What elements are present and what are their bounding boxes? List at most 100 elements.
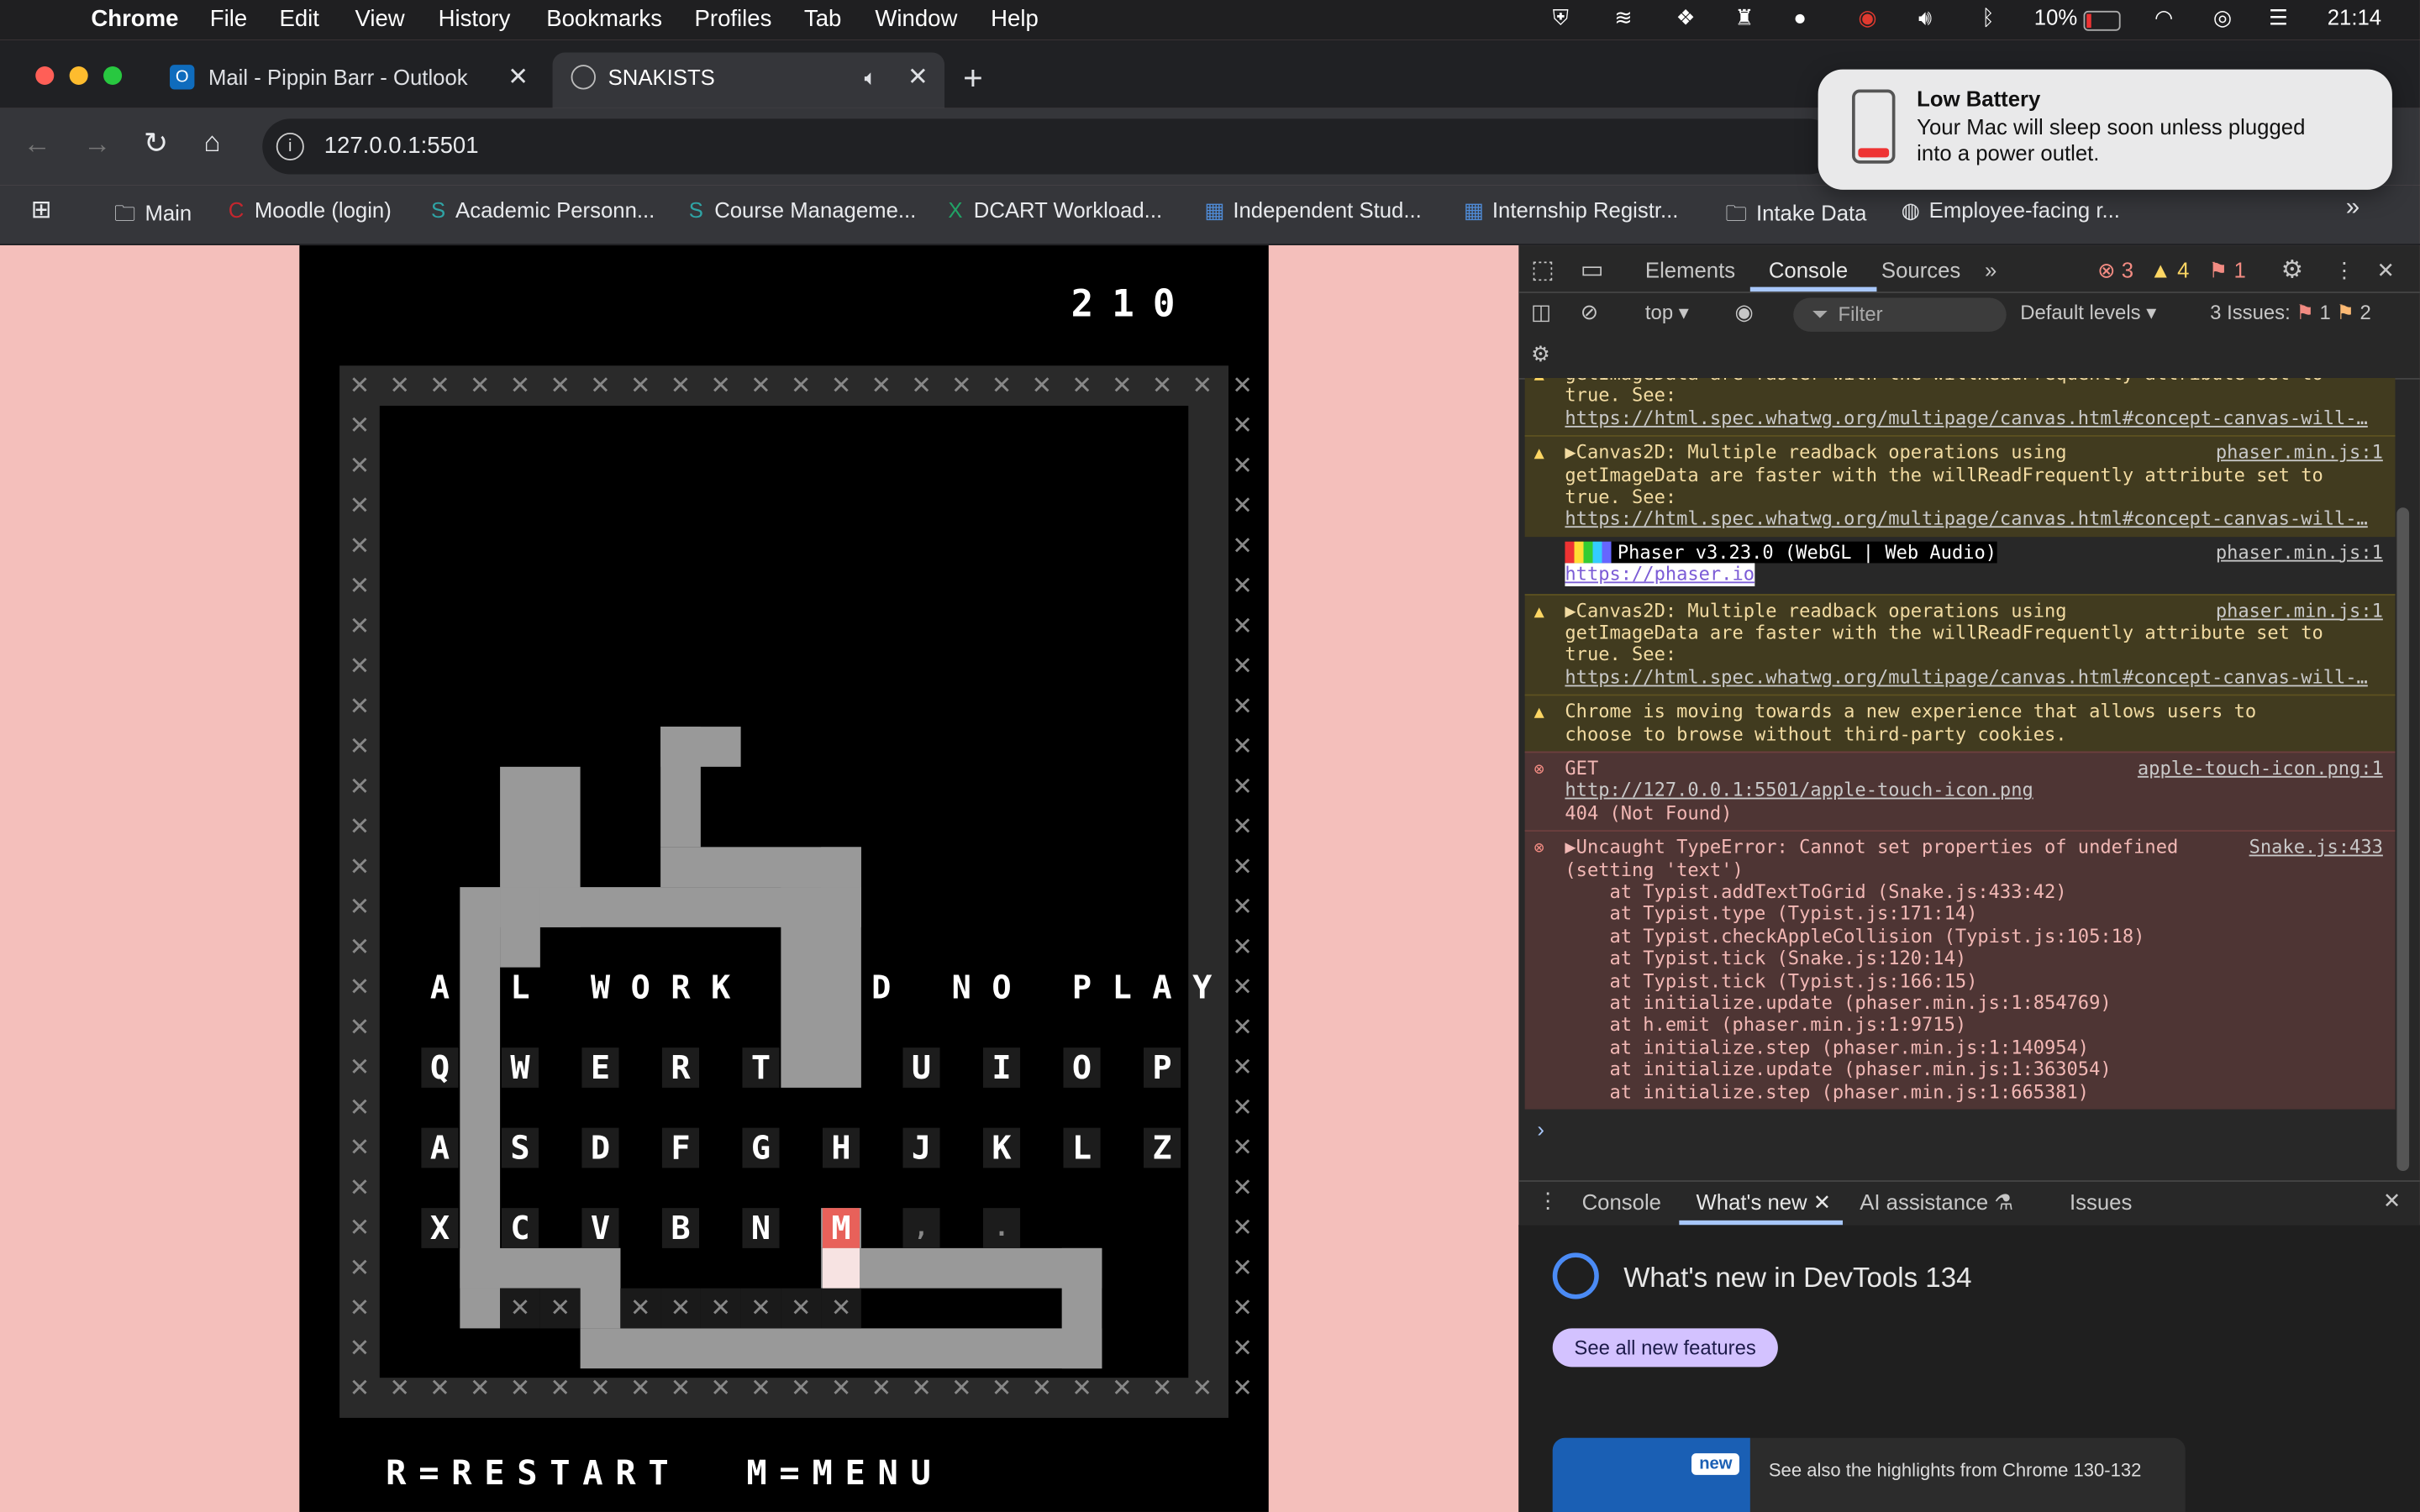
site-info-icon[interactable]: i [276, 132, 304, 161]
back-icon[interactable]: ← [24, 128, 51, 160]
console-message-err[interactable]: ⊗ GET http://127.0.0.1:5501/apple-touch-ic… [1524, 751, 2396, 831]
battery-icon[interactable] [2083, 10, 2121, 31]
volume-icon[interactable]: 🔊︎ [1918, 5, 1932, 31]
menu-history[interactable]: History [439, 6, 511, 32]
forward-icon[interactable]: → [83, 128, 111, 160]
wifi-icon[interactable]: ◠ [2154, 5, 2173, 31]
see-all-features-button[interactable]: See all new features [1552, 1328, 1778, 1368]
console-settings-icon[interactable]: ⚙ [1531, 341, 1550, 367]
reload-icon[interactable]: ↻ [144, 127, 168, 162]
log-levels-select[interactable]: Default levels ▾ [2020, 301, 2156, 325]
warning-count-badge[interactable]: ▲ 4 [2150, 258, 2190, 282]
menu-window[interactable]: Window [875, 6, 957, 32]
user-status-icon[interactable]: ● [1793, 5, 1807, 29]
close-drawer-icon[interactable]: ✕ [2383, 1188, 2402, 1214]
menu-help[interactable]: Help [991, 6, 1039, 32]
bookmark-academic[interactable]: S Academic Personn... [426, 197, 655, 222]
close-devtools-icon[interactable]: ✕ [2377, 258, 2396, 284]
minimize-window-button[interactable] [69, 66, 88, 86]
tab-elements[interactable]: Elements [1645, 258, 1735, 282]
castle-status-icon[interactable]: ♜ [1734, 5, 1754, 31]
menu-bookmarks[interactable]: Bookmarks [546, 6, 662, 32]
console-message-warn[interactable]: ▲ getImageData are faster with the willRe… [1524, 377, 2396, 436]
clock[interactable]: 21:14 [2328, 5, 2381, 29]
device-toolbar-icon[interactable]: ▭ [1581, 255, 1604, 286]
close-tab-icon[interactable]: ✕ [908, 61, 929, 92]
filter-input[interactable]: ⏷ Filter [1793, 297, 2007, 332]
live-expression-eye-icon[interactable]: ◉ [1734, 299, 1753, 325]
bookmark-moodle[interactable]: C Moodle (login) [224, 197, 392, 222]
tab-sources[interactable]: Sources [1881, 258, 1960, 282]
console-line[interactable]: http://127.0.0.1:5501/apple-touch-icon.p… [1565, 780, 2033, 801]
menu-edit[interactable]: Edit [279, 6, 318, 32]
menubar-app-name[interactable]: Chrome [91, 6, 178, 32]
account-icon[interactable]: ◎ [2213, 5, 2232, 31]
zoom-window-button[interactable] [103, 66, 123, 86]
console-message-warn[interactable]: ▲ ▶Canvas2D: Multiple readback operations… [1524, 593, 2396, 695]
game-canvas[interactable]: 210 ✕ ✕ ✕ ✕ ✕ ✕ ✕ ✕ ✕ ✕ ✕ ✕ ✕ ✕ ✕ ✕ ✕ ✕ ✕ ✕ ✕ ✕ ✕ ✕ ✕ ✕ ✕ ✕ ✕ ✕ ✕ ✕ ✕ ✕ ✕ ✕… [299, 245, 1269, 1512]
shield-status-icon[interactable]: ⛨ [1553, 5, 1569, 31]
tab-console[interactable]: Console [1769, 258, 1848, 282]
bookmark-employee[interactable]: ◍ Employee-facing r... [1898, 197, 2120, 223]
bookmark-main[interactable]: 🗀 Main [111, 197, 192, 234]
settings-gear-icon[interactable]: ⚙ [2281, 255, 2303, 286]
issues-summary[interactable]: 3 Issues: ⚑ 1 ⚑ 2 [2210, 301, 2371, 325]
console-line[interactable]: https://html.spec.whatwg.org/multipage/c… [1565, 508, 2367, 530]
address-bar[interactable]: i 127.0.0.1:5501 [262, 118, 1837, 175]
drawer-tab-whats-new[interactable]: What's new ✕ [1697, 1189, 1832, 1215]
inspect-element-icon[interactable]: ⬚ [1531, 255, 1555, 286]
more-options-icon[interactable]: ⋮ [2333, 258, 2355, 284]
tab-outlook[interactable]: O Mail - Pippin Barr - Outlook ✕ [155, 52, 548, 108]
menu-file[interactable]: File [210, 6, 247, 32]
console-line[interactable]: https://html.spec.whatwg.org/multipage/c… [1565, 407, 2367, 429]
bookmark-course[interactable]: S Course Manageme... [684, 197, 917, 222]
apps-grid-icon[interactable]: ⊞ [31, 194, 52, 225]
clear-console-icon[interactable]: ⊘ [1581, 299, 1599, 325]
dropbox-icon[interactable]: ❖ [1676, 5, 1696, 31]
console-message-warn[interactable]: ▲ ▶Canvas2D: Multiple readback operations… [1524, 435, 2396, 537]
highlights-link[interactable]: See also the highlights from Chrome 130-… [1769, 1460, 2142, 1482]
more-bookmarks-icon[interactable]: » [2346, 194, 2360, 222]
console-source-link[interactable]: Snake.js:433 [2249, 837, 2383, 858]
drawer-menu-icon[interactable]: ⋮ [1537, 1188, 1559, 1214]
console-source-link[interactable]: phaser.min.js:1 [2216, 600, 2383, 622]
bookmark-internship[interactable]: ▦ Internship Registr... [1461, 197, 1679, 223]
console-message-err[interactable]: ⊗ ▶Uncaught TypeError: Cannot set propert… [1524, 830, 2396, 1110]
error-count-badge[interactable]: ⊗ 3 [2097, 258, 2133, 284]
console-message-warn[interactable]: ▲ Chrome is moving towards a new experien… [1524, 694, 2396, 752]
close-tab-icon[interactable]: ✕ [508, 61, 529, 92]
new-tab-button[interactable]: + [963, 59, 983, 99]
drawer-tab-ai-assistance[interactable]: AI assistance ⚗ [1860, 1189, 2013, 1215]
url-text[interactable]: 127.0.0.1:5501 [324, 133, 479, 159]
tab-snakists[interactable]: SNAKISTS 🔈︎ ✕ [552, 52, 945, 108]
bookmark-independent[interactable]: ▦ Independent Stud... [1202, 197, 1421, 223]
control-center-icon[interactable]: ☰ [2269, 5, 2288, 31]
highlights-card[interactable]: new See also the highlights from Chrome … [1552, 1437, 2186, 1512]
record-status-icon[interactable]: ◉ [1858, 5, 1876, 31]
more-tabs-icon[interactable]: » [1985, 258, 1996, 282]
bluetooth-icon[interactable]: ᛒ [1981, 5, 1994, 29]
bookmark-dcart[interactable]: X DCART Workload... [943, 197, 1162, 222]
drawer-tab-issues[interactable]: Issues [2070, 1189, 2132, 1214]
close-window-button[interactable] [35, 66, 55, 86]
menu-profiles[interactable]: Profiles [695, 6, 772, 32]
menu-tab[interactable]: Tab [804, 6, 841, 32]
console-line[interactable]: https://html.spec.whatwg.org/multipage/c… [1565, 666, 2367, 688]
stack-status-icon[interactable]: ≋ [1614, 5, 1633, 31]
console-source-link[interactable]: phaser.min.js:1 [2216, 442, 2383, 464]
bookmark-intake[interactable]: 🗀 Intake Data [1723, 197, 1866, 234]
context-select[interactable]: top ▾ [1645, 301, 1689, 325]
console-scrollbar[interactable] [2396, 507, 2410, 1172]
console-message-info[interactable]: Phaser v3.23.0 (WebGL | Web Audio) https:… [1525, 537, 2396, 592]
drawer-tab-console[interactable]: Console [1582, 1189, 1661, 1214]
issue-count-badge[interactable]: ⚑ 1 [2208, 258, 2246, 284]
menu-view[interactable]: View [355, 6, 404, 32]
home-icon[interactable]: ⌂ [203, 127, 220, 160]
low-battery-notification[interactable]: Low Battery Your Mac will sleep soon unl… [1818, 69, 2392, 190]
audio-playing-icon[interactable]: 🔈︎ [865, 65, 877, 91]
console-source-link[interactable]: phaser.min.js:1 [2216, 541, 2383, 563]
console-source-link[interactable]: apple-touch-icon.png:1 [2138, 758, 2383, 780]
console-prompt-icon[interactable]: › [1537, 1117, 1544, 1142]
sidebar-toggle-icon[interactable]: ◫ [1531, 299, 1551, 325]
console-line[interactable]: https://phaser.io [1565, 563, 1755, 586]
